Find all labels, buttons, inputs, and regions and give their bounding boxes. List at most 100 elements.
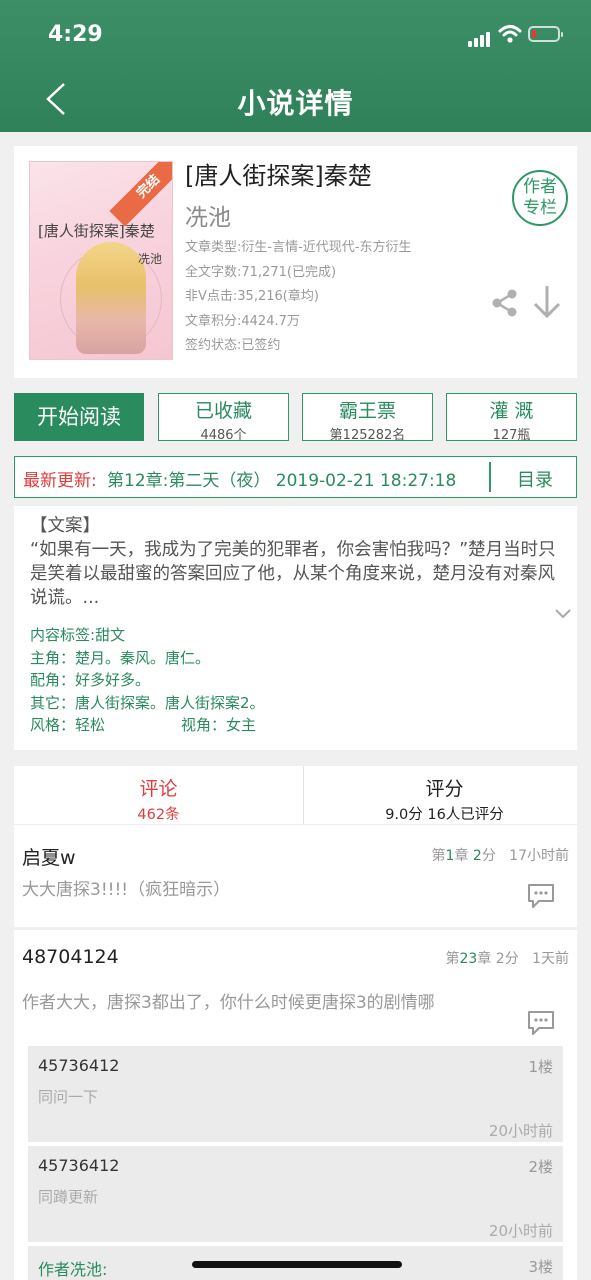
- reply-user[interactable]: 45736412: [38, 1056, 119, 1075]
- tag-content-value[interactable]: 甜文: [95, 626, 125, 644]
- reply-time: 20小时前: [488, 1122, 553, 1140]
- score-unit: 分: [481, 848, 496, 864]
- completed-badge: 完结: [109, 162, 172, 227]
- tag-lead-value: 楚月。秦风。唐仁。: [75, 648, 211, 667]
- synopsis-heading: 【文案】: [30, 516, 100, 536]
- chapter-prefix: 第: [445, 951, 460, 967]
- download-icon[interactable]: [532, 284, 562, 320]
- status-bar: 4:29: [0, 0, 591, 70]
- content-tags: 内容标签:甜文 主角：楚月。秦风。唐仁。 配角：好多好多。 其它：唐人街探案。唐…: [30, 624, 265, 737]
- cellular-signal-icon: [468, 28, 492, 47]
- tag-other-value: 唐人街探案。唐人街探案2。: [75, 693, 265, 712]
- book-author[interactable]: 冼池: [185, 198, 231, 232]
- book-info-card: [唐人街探案]秦楚 冼池 完结 [唐人街探案]秦楚 冼池 文章类型:衍生-言情-…: [14, 146, 577, 378]
- collect-button[interactable]: 已收藏 4486个: [158, 393, 289, 443]
- tab-rating-summary: 9.0分 16人已评分: [385, 807, 504, 823]
- comment-time: 1天前: [532, 951, 569, 967]
- latest-update-bar: 最新更新: 第12章:第二天（夜） 2019-02-21 18:27:18 目录: [14, 456, 577, 498]
- comment-rating-tabs: 评论 462条 评分 9.0分 16人已评分: [14, 766, 577, 824]
- reply-bubble-icon[interactable]: [526, 1010, 556, 1036]
- comment-time: 17小时前: [509, 848, 569, 864]
- reply-text: 同蹲更新: [38, 1188, 99, 1206]
- tag-support-label: 配角：: [30, 671, 76, 689]
- battery-icon: [528, 26, 563, 42]
- book-meta: 文章类型:衍生-言情-近代现代-东方衍生 全文字数:71,271(已完成) 非V…: [185, 236, 411, 359]
- table-of-contents-button[interactable]: 目录: [517, 466, 553, 492]
- tag-view-label: 视角：: [181, 716, 227, 734]
- author-column-line2: 专栏: [523, 198, 557, 218]
- comment-score: 2: [495, 951, 505, 967]
- latest-update-link[interactable]: 第12章:第二天（夜） 2019-02-21 18:27:18: [107, 466, 456, 491]
- home-indicator[interactable]: [192, 1261, 402, 1268]
- reply-text: 同问一下: [38, 1088, 99, 1106]
- tag-lead-label: 主角：: [30, 648, 76, 667]
- share-icon[interactable]: [490, 288, 520, 318]
- cover-title: [唐人街探案]秦楚: [38, 222, 155, 240]
- irrigate-label: 灌 溉: [489, 400, 534, 422]
- divider: [489, 462, 491, 492]
- meta-sign-status: 签约状态:已签约: [185, 338, 281, 353]
- tag-view-value: 女主: [226, 716, 257, 734]
- tab-comments-label: 评论: [139, 778, 178, 800]
- comment-user[interactable]: 48704124: [22, 946, 119, 968]
- comment-item[interactable]: 启夏w 第1章 2分 17小时前 大大唐探3!!!!（疯狂暗示）: [14, 824, 577, 927]
- tag-other-label: 其它：: [30, 693, 76, 712]
- comment-text: 大大唐探3!!!!（疯狂暗示）: [22, 880, 231, 900]
- score-unit: 分: [504, 951, 519, 967]
- collect-count: 4486个: [200, 428, 247, 443]
- reply-floor: 1楼: [528, 1058, 553, 1076]
- cover-author: 冼池: [138, 252, 163, 266]
- tab-comments-count: 462条: [137, 807, 180, 823]
- reply-user[interactable]: 作者冼池:: [38, 1256, 107, 1280]
- overlord-ticket-button[interactable]: 霸王票 第125282名: [302, 393, 433, 443]
- comment-score: 2: [472, 848, 482, 864]
- tab-rating[interactable]: 评分 9.0分 16人已评分: [304, 774, 585, 824]
- status-time: 4:29: [48, 22, 103, 47]
- reply-time: 20小时前: [488, 1222, 553, 1240]
- start-reading-button[interactable]: 开始阅读: [14, 393, 144, 441]
- chapter-suffix: 章: [477, 951, 492, 967]
- meta-clicks: 非V点击:35,216(章均): [185, 289, 319, 304]
- ticket-rank: 第125282名: [329, 428, 406, 443]
- comment-text: 作者大大，唐探3都出了，你什么时候更唐探3的剧情哪: [22, 993, 435, 1013]
- reply-floor: 3楼: [528, 1258, 553, 1276]
- reply-item[interactable]: 45736412 2楼 同蹲更新 20小时前: [28, 1146, 563, 1242]
- book-cover[interactable]: [唐人街探案]秦楚 冼池 完结: [29, 161, 173, 360]
- tag-content-label: 内容标签:: [30, 626, 96, 644]
- book-title: [唐人街探案]秦楚: [185, 162, 372, 190]
- tab-comments[interactable]: 评论 462条: [18, 774, 299, 824]
- author-column-button[interactable]: 作者 专栏: [512, 170, 568, 226]
- irrigate-count: 127瓶: [492, 428, 531, 443]
- comment-meta: 第23章 2分 1天前: [446, 948, 569, 968]
- synopsis-card: 【文案】 “如果有一天，我成为了完美的犯罪者，你会害怕我吗？”楚月当时只是笑着以…: [14, 506, 577, 750]
- collect-label: 已收藏: [194, 400, 252, 422]
- reply-bubble-icon[interactable]: [526, 883, 556, 909]
- reply-item[interactable]: 45736412 1楼 同问一下 20小时前: [28, 1046, 563, 1142]
- meta-score: 文章积分:4424.7万: [185, 313, 300, 329]
- cover-illustration: [76, 242, 146, 354]
- meta-word-count: 全文字数:71,271(已完成): [185, 264, 337, 280]
- tag-style-label: 风格：: [30, 716, 76, 734]
- irrigate-button[interactable]: 灌 溉 127瓶: [446, 393, 577, 443]
- tab-rating-label: 评分: [425, 778, 464, 800]
- wifi-icon: [498, 25, 522, 43]
- comment-user[interactable]: 启夏w: [22, 843, 76, 870]
- chevron-down-icon[interactable]: [554, 608, 572, 620]
- chapter-number: 23: [459, 951, 478, 967]
- tag-support-value: 好多好多。: [75, 671, 151, 689]
- tag-style-value: 轻松: [75, 716, 106, 734]
- latest-update-label: 最新更新:: [23, 471, 97, 491]
- top-bar: 4:29 小说详情: [0, 0, 591, 132]
- chapter-suffix: 章: [454, 848, 469, 864]
- reply-user[interactable]: 45736412: [38, 1156, 119, 1175]
- comment-item[interactable]: 48704124 第23章 2分 1天前 作者大大，唐探3都出了，你什么时候更唐…: [14, 930, 577, 1280]
- chapter-prefix: 第: [431, 848, 446, 864]
- author-column-line1: 作者: [523, 177, 557, 197]
- ticket-label: 霸王票: [338, 400, 396, 422]
- comment-meta: 第1章 2分 17小时前: [432, 845, 569, 865]
- meta-type: 文章类型:衍生-言情-近代现代-东方衍生: [185, 240, 412, 255]
- page-title: 小说详情: [237, 87, 354, 120]
- synopsis[interactable]: 【文案】 “如果有一天，我成为了完美的犯罪者，你会害怕我吗？”楚月当时只是笑着以…: [30, 514, 570, 610]
- synopsis-text: “如果有一天，我成为了完美的犯罪者，你会害怕我吗？”楚月当时只是笑着以最甜蜜的答…: [30, 540, 556, 608]
- reply-floor: 2楼: [528, 1158, 553, 1176]
